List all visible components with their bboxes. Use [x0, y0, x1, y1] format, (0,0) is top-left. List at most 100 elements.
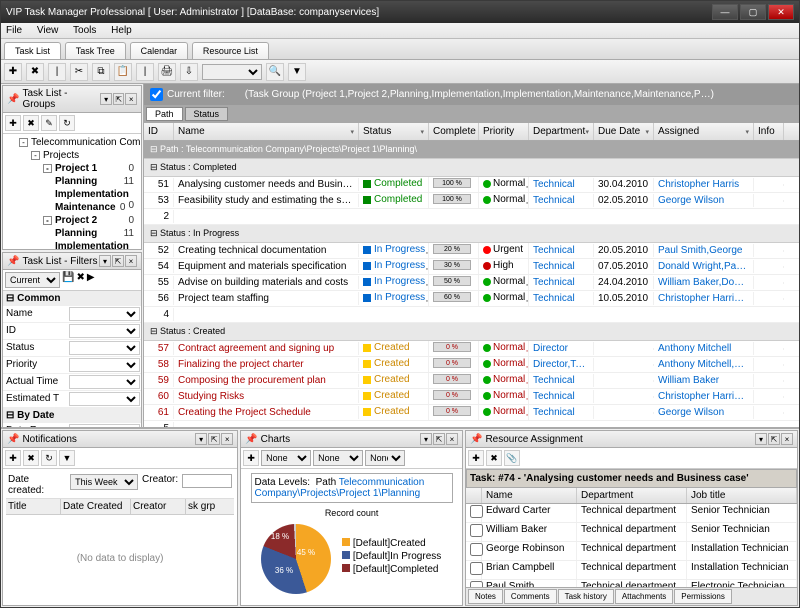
resource-row[interactable]: William BakerTechnical departmentSenior … — [466, 523, 797, 542]
toolbar-dropdown[interactable] — [202, 64, 262, 80]
filter-checkbox[interactable] — [150, 88, 163, 101]
menu-tools[interactable]: Tools — [73, 25, 96, 36]
menu-file[interactable]: File — [6, 25, 22, 36]
menu-help[interactable]: Help — [111, 25, 132, 36]
pathtab-path[interactable]: Path — [146, 107, 183, 121]
grid-data-row[interactable]: 52Creating technical documentationIn Pro… — [144, 243, 799, 259]
pin-icon[interactable]: 📌 — [245, 434, 257, 445]
panel-pin-icon[interactable]: ⇱ — [768, 433, 780, 445]
toolbar-paste-icon[interactable]: 📋 — [114, 63, 132, 81]
grid-data-row[interactable]: 56Project team staffingIn Progress60 %No… — [144, 291, 799, 307]
notif-filter-icon[interactable]: ▼ — [59, 450, 75, 466]
tree-node[interactable]: -Telecommunication Company — [5, 136, 139, 149]
col-complete[interactable]: Complete — [429, 123, 479, 140]
grid-group-row[interactable]: ⊟ Status : In Progress — [144, 225, 799, 243]
toolbar-new-icon[interactable]: ✚ — [4, 63, 22, 81]
tree-node[interactable]: Maintenance0 — [5, 201, 139, 214]
filter-dd[interactable] — [69, 375, 140, 389]
chart-sel1[interactable]: None — [261, 450, 311, 466]
res-del-icon[interactable]: ✖ — [486, 450, 502, 466]
groups-refresh-icon[interactable]: ↻ — [59, 115, 75, 131]
filter-preset-select[interactable]: Current — [5, 272, 60, 288]
panel-pin-icon[interactable]: ⇱ — [208, 433, 220, 445]
res-attach-icon[interactable]: 📎 — [504, 450, 520, 466]
filter-dd[interactable] — [69, 324, 140, 338]
res-col-job[interactable]: Job title — [687, 488, 797, 503]
toolbar-cut-icon[interactable]: ✂ — [70, 63, 88, 81]
minimize-button[interactable]: — — [712, 4, 738, 20]
grid-group-row[interactable]: ⊟ Status : Created — [144, 323, 799, 341]
tab-task-list[interactable]: Task List — [4, 42, 61, 59]
filter-group[interactable]: ⊟ By Date — [3, 408, 141, 423]
panel-close-icon[interactable]: × — [446, 433, 458, 445]
chart-add-icon[interactable]: ✚ — [243, 450, 259, 466]
grid-data-row[interactable]: 55Advise on building materials and costs… — [144, 275, 799, 291]
col-name[interactable]: Name▾ — [174, 123, 359, 140]
notif-col-date[interactable]: Date Created — [61, 499, 131, 514]
notif-col-creator[interactable]: Creator — [131, 499, 186, 514]
filter-save-icon[interactable]: 💾 — [62, 272, 74, 288]
panel-menu-icon[interactable]: ▾ — [420, 433, 432, 445]
panel-close-icon[interactable]: × — [781, 433, 793, 445]
col-info[interactable]: Info — [754, 123, 784, 140]
bottom-tab[interactable]: Task history — [558, 589, 614, 604]
notif-col-grp[interactable]: sk grp — [186, 499, 234, 514]
panel-menu-icon[interactable]: ▾ — [195, 433, 207, 445]
res-add-icon[interactable]: ✚ — [468, 450, 484, 466]
col-status[interactable]: Status▾ — [359, 123, 429, 140]
tree-node[interactable]: -Project 10 — [5, 162, 139, 175]
grid-path-row[interactable]: ⊟ Path : Telecommunication Company\Proje… — [144, 141, 799, 159]
notif-add-icon[interactable]: ✚ — [5, 450, 21, 466]
grid-data-row[interactable]: 57Contract agreement and signing upCreat… — [144, 341, 799, 357]
pathtab-status[interactable]: Status — [185, 107, 229, 121]
filter-group[interactable]: ⊟ Common — [3, 291, 141, 306]
notif-refresh-icon[interactable]: ↻ — [41, 450, 57, 466]
grid-data-row[interactable]: 51Analysing customer needs and Business … — [144, 177, 799, 193]
panel-close-icon[interactable]: × — [125, 255, 137, 267]
resource-row[interactable]: Brian CampbellTechnical departmentInstal… — [466, 561, 797, 580]
panel-menu-icon[interactable]: ▾ — [100, 93, 112, 105]
bottom-tab[interactable]: Attachments — [615, 589, 673, 604]
res-col-name[interactable]: Name — [482, 488, 577, 503]
groups-edit-icon[interactable]: ✎ — [41, 115, 57, 131]
tab-resource-list[interactable]: Resource List — [192, 42, 269, 59]
filter-dd[interactable] — [69, 392, 140, 406]
toolbar-filter-icon[interactable]: ▼ — [288, 63, 306, 81]
date-created-select[interactable]: This Week — [70, 474, 138, 490]
col-department[interactable]: Department▾ — [529, 123, 594, 140]
notif-col-title[interactable]: Title — [6, 499, 61, 514]
tab-task-tree[interactable]: Task Tree — [65, 42, 126, 59]
panel-pin-icon[interactable]: ⇱ — [113, 93, 125, 105]
toolbar-delete-icon[interactable]: ✖ — [26, 63, 44, 81]
toolbar-copy-icon[interactable]: ⧉ — [92, 63, 110, 81]
bottom-tab[interactable]: Permissions — [674, 589, 732, 604]
col-priority[interactable]: Priority — [479, 123, 529, 140]
grid-data-row[interactable]: 58Finalizing the project charterCreated0… — [144, 357, 799, 373]
tree-node[interactable]: Planning11 — [5, 227, 139, 240]
resource-row[interactable]: Paul SmithTechnical departmentElectronic… — [466, 580, 797, 587]
filter-del-icon[interactable]: ✖ — [76, 272, 84, 288]
toolbar-export-icon[interactable]: ⇩ — [180, 63, 198, 81]
maximize-button[interactable]: ▢ — [740, 4, 766, 20]
chart-sel3[interactable]: None — [365, 450, 405, 466]
resource-row[interactable]: George RobinsonTechnical departmentInsta… — [466, 542, 797, 561]
pin-icon[interactable]: 📌 — [7, 94, 19, 105]
resource-row[interactable]: Edward CarterTechnical departmentSenior … — [466, 504, 797, 523]
pin-icon[interactable]: 📌 — [7, 256, 19, 267]
tree-node[interactable]: Implementation0 — [5, 188, 139, 201]
res-col-dept[interactable]: Department — [577, 488, 687, 503]
panel-pin-icon[interactable]: ⇱ — [433, 433, 445, 445]
pin-icon[interactable]: 📌 — [470, 434, 482, 445]
grid-data-row[interactable]: 53Feasibility study and estimating the s… — [144, 193, 799, 209]
grid-data-row[interactable]: 54Equipment and materials specificationI… — [144, 259, 799, 275]
filter-apply-icon[interactable]: ▶ — [87, 272, 95, 288]
tab-calendar[interactable]: Calendar — [130, 42, 189, 59]
chart-sel2[interactable]: None — [313, 450, 363, 466]
col-due[interactable]: Due Date▾ — [594, 123, 654, 140]
grid-data-row[interactable]: 61Creating the Project ScheduleCreated0 … — [144, 405, 799, 421]
bottom-tab[interactable]: Notes — [468, 589, 503, 604]
tree-node[interactable]: Planning11 — [5, 175, 139, 188]
grid-data-row[interactable]: 59Composing the procurement planCreated0… — [144, 373, 799, 389]
toolbar-search-icon[interactable]: 🔍 — [266, 63, 284, 81]
filter-dd[interactable] — [69, 358, 140, 372]
